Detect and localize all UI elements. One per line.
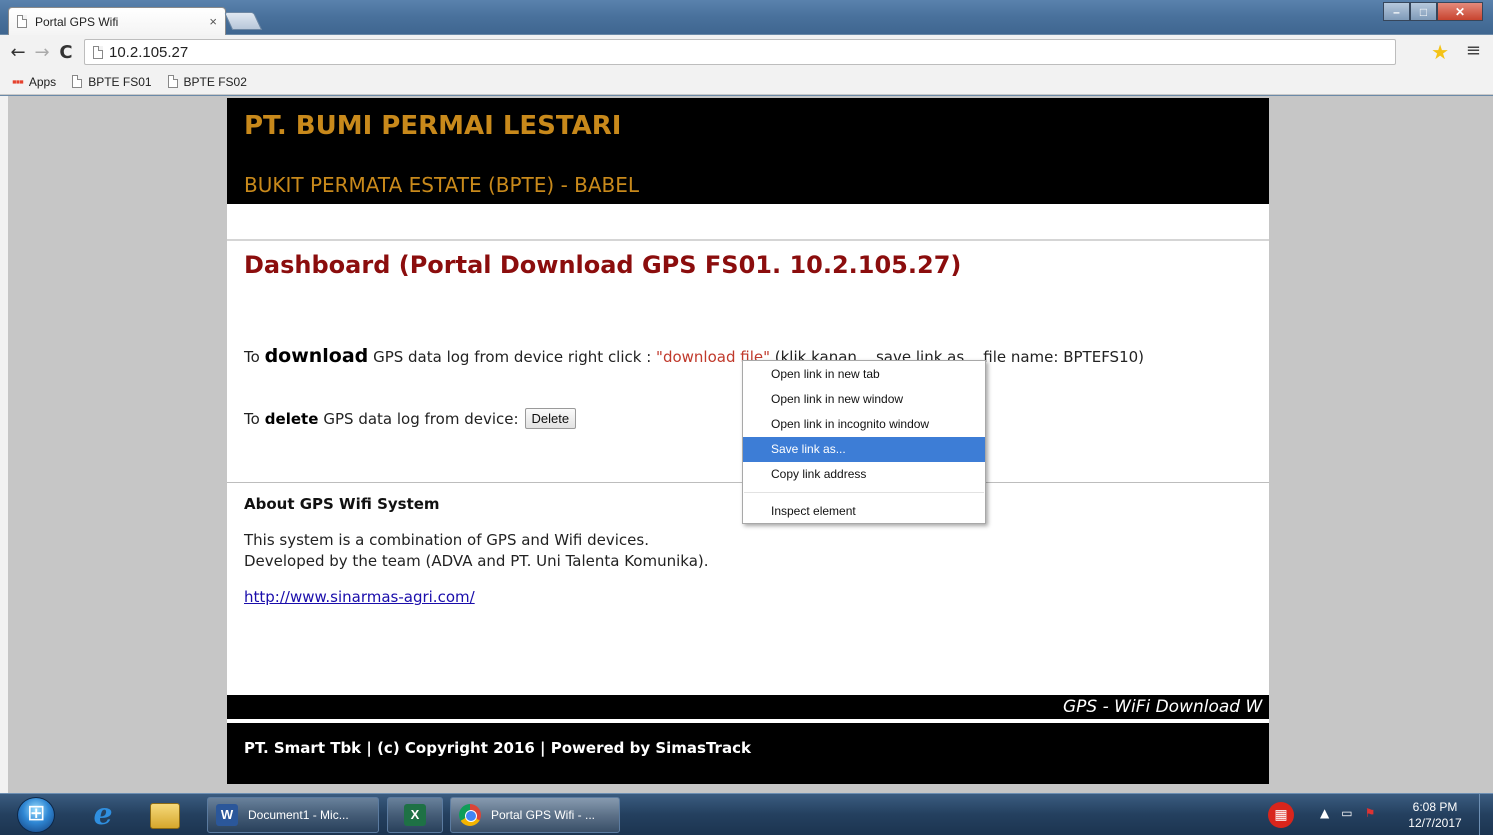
about-text-line: This system is a combination of GPS and …	[244, 531, 649, 549]
forward-arrow-icon[interactable]: →	[30, 42, 54, 63]
tray-app-icon[interactable]: ▦	[1268, 802, 1294, 828]
delete-button[interactable]: Delete	[524, 408, 577, 429]
page-icon	[72, 75, 83, 88]
address-bar[interactable]: 10.2.105.27	[84, 39, 1396, 65]
menu-copy-link-address[interactable]: Copy link address	[743, 462, 985, 487]
delete-prefix: To	[244, 409, 260, 428]
new-tab-button[interactable]	[223, 12, 263, 30]
site-footer: PT. Smart Tbk | (c) Copyright 2016 | Pow…	[227, 723, 1269, 784]
about-text-line: Developed by the team (ADVA and PT. Uni …	[244, 552, 709, 570]
task-label: Document1 - Mic...	[248, 808, 349, 822]
start-button[interactable]	[17, 797, 55, 833]
download-middle: GPS data log from device right click :	[368, 348, 657, 366]
chrome-menu-icon[interactable]: ≡	[1466, 40, 1481, 61]
tab-close-icon[interactable]: ×	[209, 14, 217, 29]
windows-taskbar: e W Document1 - Mic... X Portal GPS Wifi…	[0, 793, 1493, 835]
bookmark-bpte-fs01[interactable]: BPTE FS01	[72, 74, 152, 89]
show-desktop-button[interactable]	[1479, 794, 1493, 835]
excel-icon: X	[404, 804, 426, 826]
sinarmas-link[interactable]: http://www.sinarmas-agri.com/	[244, 588, 475, 606]
taskbar-excel[interactable]: X	[387, 797, 443, 833]
window-title-bar: Portal GPS Wifi × – □ ✕	[0, 0, 1493, 35]
marquee-bar: GPS - WiFi Download W	[227, 695, 1269, 719]
download-instructions: To download GPS data log from device rig…	[244, 345, 1144, 367]
word-icon: W	[216, 804, 238, 826]
menu-separator	[744, 492, 984, 493]
dashboard-title: Dashboard (Portal Download GPS FS01. 10.…	[244, 251, 962, 279]
site-title: PT. BUMI PERMAI LESTARI	[244, 111, 622, 141]
bookmark-label: Apps	[28, 74, 57, 89]
file-explorer-icon[interactable]	[150, 803, 180, 829]
context-menu: Open link in new tab Open link in new wi…	[742, 360, 986, 524]
divider	[227, 239, 1269, 241]
page-icon	[167, 75, 178, 88]
close-window-button[interactable]: ✕	[1437, 2, 1483, 21]
site-subtitle: BUKIT PERMATA ESTATE (BPTE) - BABEL	[244, 173, 640, 197]
browser-toolbar: ← → C 10.2.105.27 ★ ≡	[0, 35, 1493, 69]
site-header: PT. BUMI PERMAI LESTARI BUKIT PERMATA ES…	[227, 98, 1269, 204]
system-clock[interactable]: 6:08 PM 12/7/2017	[1400, 799, 1470, 831]
network-icon[interactable]: ▭	[1341, 806, 1352, 820]
back-arrow-icon[interactable]: ←	[6, 42, 30, 63]
taskbar-chrome[interactable]: Portal GPS Wifi - ...	[450, 797, 620, 833]
marquee-text: GPS - WiFi Download W	[1063, 697, 1263, 717]
page-icon	[17, 15, 27, 28]
maximize-button[interactable]: □	[1410, 2, 1437, 21]
menu-open-incognito[interactable]: Open link in incognito window	[743, 412, 985, 437]
bookmark-star-icon[interactable]: ★	[1431, 40, 1449, 64]
bookmark-bpte-fs02[interactable]: BPTE FS02	[167, 74, 247, 89]
minimize-button[interactable]: –	[1383, 2, 1410, 21]
download-prefix: To	[244, 348, 265, 366]
url-text: 10.2.105.27	[109, 43, 189, 61]
clock-time: 6:08 PM	[1412, 800, 1458, 814]
taskbar-word[interactable]: W Document1 - Mic...	[207, 797, 379, 833]
system-tray: ▲ ▭ ⚑	[1320, 806, 1375, 820]
apps-grid-icon: ▪▪▪	[12, 74, 24, 89]
delete-suffix: GPS data log from device:	[323, 409, 519, 428]
download-keyword: download	[264, 345, 369, 367]
browser-tab[interactable]: Portal GPS Wifi ×	[8, 7, 226, 35]
menu-open-new-window[interactable]: Open link in new window	[743, 387, 985, 412]
show-hidden-icons-icon[interactable]: ▲	[1320, 806, 1329, 820]
menu-inspect-element[interactable]: Inspect element	[743, 499, 985, 524]
menu-open-new-tab[interactable]: Open link in new tab	[743, 362, 985, 387]
menu-save-link-as[interactable]: Save link as...	[743, 437, 985, 462]
reload-icon[interactable]: C	[54, 42, 78, 63]
page-icon	[93, 45, 103, 59]
action-center-flag-icon[interactable]: ⚑	[1365, 806, 1376, 820]
tab-title: Portal GPS Wifi	[35, 14, 119, 29]
bookmarks-bar: ▪▪▪ Apps BPTE FS01 BPTE FS02	[0, 69, 1493, 95]
bookmark-label: BPTE FS01	[88, 74, 152, 89]
footer-text: PT. Smart Tbk | (c) Copyright 2016 | Pow…	[244, 739, 751, 757]
about-title: About GPS Wifi System	[244, 495, 440, 513]
internet-explorer-icon[interactable]: e	[86, 798, 120, 832]
bookmark-label: BPTE FS02	[183, 74, 247, 89]
delete-keyword: delete	[264, 409, 319, 428]
chrome-icon	[459, 804, 481, 826]
bookmark-apps[interactable]: ▪▪▪ Apps	[12, 74, 56, 89]
clock-date: 12/7/2017	[1408, 816, 1462, 830]
window-controls: – □ ✕	[1383, 2, 1483, 21]
delete-instructions: To delete GPS data log from device: Dele…	[244, 408, 577, 429]
task-label: Portal GPS Wifi - ...	[491, 808, 596, 822]
viewport-edge	[0, 96, 8, 793]
